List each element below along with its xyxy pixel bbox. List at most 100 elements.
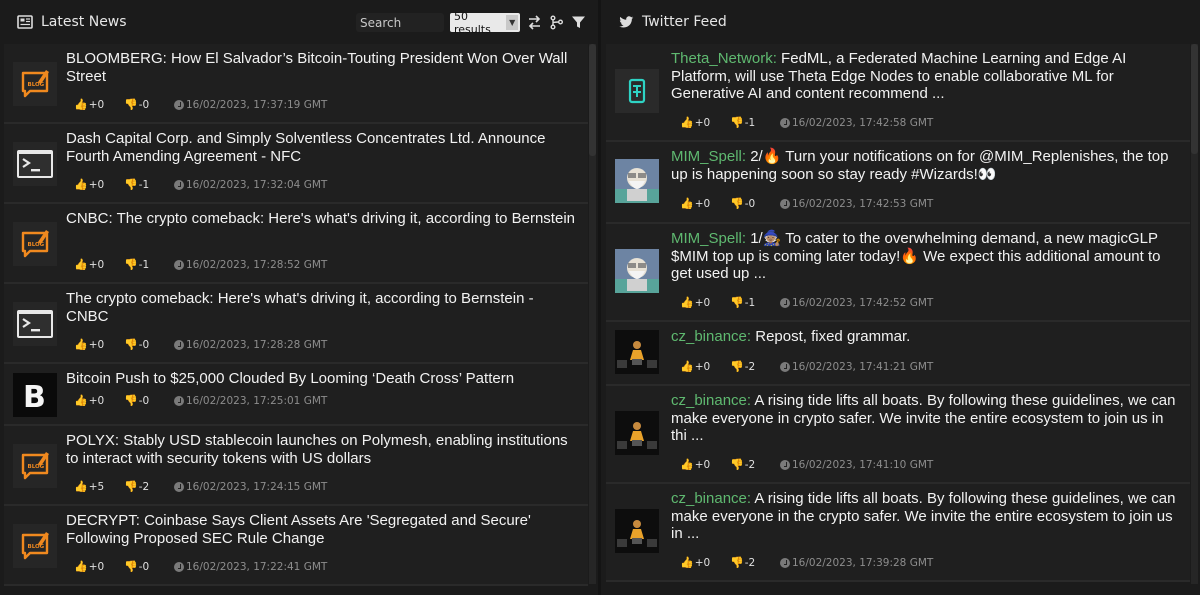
terminal-icon (13, 142, 57, 186)
twitter-scrollbar[interactable] (1191, 44, 1198, 584)
thumbs-down-icon: 👎 (730, 296, 744, 309)
news-item[interactable]: BLOG BLOOMBERG: How El Salvador’s Bitcoin… (4, 44, 588, 124)
clock-icon (780, 198, 790, 209)
search-input[interactable] (356, 13, 444, 32)
twitter-scroll-thumb[interactable] (1191, 44, 1198, 154)
item-meta: 👍 +0 👎 -1 16/02/2023, 17:28:52 GMT (74, 258, 327, 271)
cz-avatar-icon (615, 509, 659, 553)
news-item[interactable]: BLOG CNBC: The crypto comeback: Here's wh… (4, 204, 588, 284)
upvote-count: +0 (694, 458, 711, 471)
downvote-button[interactable]: 👎 -2 (730, 458, 780, 471)
downvote-button[interactable]: 👎 -0 (124, 560, 174, 573)
swap-arrows-icon[interactable] (526, 15, 542, 31)
downvote-count: -0 (138, 98, 150, 111)
upvote-count: +0 (694, 360, 711, 373)
tweet-item[interactable]: cz_binance: Repost, fixed grammar. 👍 +0 👎 -2… (606, 322, 1190, 386)
results-label: 50 results (454, 9, 491, 36)
tweet-item[interactable]: MIM_Spell: 2/🔥 Turn your notifications o… (606, 142, 1190, 224)
news-item[interactable]: Dash Capital Corp. and Simply Solventles… (4, 124, 588, 204)
downvote-count: -1 (138, 258, 150, 271)
thumbs-up-icon: 👍 (680, 458, 694, 471)
tweet-handle[interactable]: Theta_Network: (671, 50, 777, 67)
news-item[interactable]: BLOG POLYX: Stably USD stablecoin launche… (4, 426, 588, 506)
clock-icon (780, 117, 790, 128)
upvote-button[interactable]: 👍 +0 (74, 178, 124, 191)
news-headline[interactable]: Bitcoin Push to $25,000 Clouded By Loomi… (66, 370, 578, 388)
news-item[interactable]: The crypto comeback: Here's what's drivi… (4, 284, 588, 364)
upvote-button[interactable]: 👍 +0 (74, 258, 124, 271)
item-meta: 👍 +0 👎 -0 16/02/2023, 17:42:53 GMT (680, 197, 933, 210)
news-headline[interactable]: The crypto comeback: Here's what's drivi… (66, 290, 578, 325)
downvote-button[interactable]: 👎 -1 (124, 258, 174, 271)
news-item[interactable]: BLOG DECRYPT: Coinbase Says Client Assets… (4, 506, 588, 586)
tweet-text[interactable]: cz_binance: Repost, fixed grammar. (671, 328, 1180, 346)
news-headline[interactable]: POLYX: Stably USD stablecoin launches on… (66, 432, 578, 467)
upvote-button[interactable]: 👍 +0 (74, 394, 124, 407)
filter-icon[interactable] (570, 15, 586, 31)
upvote-button[interactable]: 👍 +0 (680, 556, 730, 569)
upvote-button[interactable]: 👍 +0 (680, 360, 730, 373)
timestamp-text: 16/02/2023, 17:41:21 GMT (792, 360, 934, 373)
upvote-button[interactable]: 👍 +5 (74, 480, 124, 493)
upvote-button[interactable]: 👍 +0 (680, 296, 730, 309)
timestamp-text: 16/02/2023, 17:42:52 GMT (792, 296, 934, 309)
upvote-count: +0 (694, 296, 711, 309)
news-item[interactable]: B Bitcoin Push to $25,000 Clouded By Loom… (4, 364, 588, 426)
downvote-button[interactable]: 👎 -1 (124, 178, 174, 191)
thumbs-up-icon: 👍 (680, 556, 694, 569)
downvote-button[interactable]: 👎 -1 (730, 296, 780, 309)
news-scrollbar[interactable] (589, 44, 596, 584)
upvote-button[interactable]: 👍 +0 (680, 116, 730, 129)
news-headline[interactable]: Dash Capital Corp. and Simply Solventles… (66, 130, 578, 165)
downvote-button[interactable]: 👎 -2 (730, 360, 780, 373)
clock-icon (174, 339, 184, 350)
news-headline[interactable]: BLOOMBERG: How El Salvador’s Bitcoin-Tou… (66, 50, 578, 85)
branch-icon[interactable] (548, 15, 564, 31)
newspaper-icon (17, 15, 33, 29)
news-scroll-thumb[interactable] (589, 44, 596, 156)
chevron-down-icon: ▼ (506, 15, 518, 30)
tweet-handle[interactable]: cz_binance: (671, 490, 751, 507)
upvote-button[interactable]: 👍 +0 (74, 338, 124, 351)
tweet-text[interactable]: cz_binance: A rising tide lifts all boat… (671, 392, 1180, 445)
tweet-handle[interactable]: MIM_Spell: (671, 148, 746, 165)
upvote-button[interactable]: 👍 +0 (74, 560, 124, 573)
downvote-button[interactable]: 👎 -0 (124, 98, 174, 111)
tweet-handle[interactable]: cz_binance: (671, 392, 751, 409)
twitter-title: Twitter Feed (642, 14, 727, 30)
timestamp-text: 16/02/2023, 17:39:28 GMT (792, 556, 934, 569)
downvote-count: -1 (138, 178, 150, 191)
results-select[interactable]: 50 results ▼ (450, 10, 520, 36)
blog-icon: BLOG (13, 444, 57, 488)
downvote-button[interactable]: 👎 -0 (730, 197, 780, 210)
tweet-item[interactable]: Theta_Network: FedML, a Federated Machin… (606, 44, 1190, 142)
tweet-item[interactable]: cz_binance: A rising tide lifts all boat… (606, 386, 1190, 484)
tweet-handle[interactable]: cz_binance: (671, 328, 751, 345)
item-meta: 👍 +0 👎 -1 16/02/2023, 17:32:04 GMT (74, 178, 327, 191)
tweet-text[interactable]: cz_binance: A rising tide lifts all boat… (671, 490, 1180, 543)
downvote-button[interactable]: 👎 -2 (730, 556, 780, 569)
news-headline[interactable]: DECRYPT: Coinbase Says Client Assets Are… (66, 512, 578, 547)
news-headline[interactable]: CNBC: The crypto comeback: Here's what's… (66, 210, 578, 228)
news-toolbar: 50 results ▼ (356, 10, 586, 36)
tweet-text[interactable]: MIM_Spell: 2/🔥 Turn your notifications o… (671, 148, 1180, 183)
tweet-item[interactable]: MIM_Spell: 1/🧙🏽 To cater to the overwhel… (606, 224, 1190, 322)
thumbs-up-icon: 👍 (74, 258, 88, 271)
downvote-button[interactable]: 👎 -2 (124, 480, 174, 493)
tweet-text[interactable]: Theta_Network: FedML, a Federated Machin… (671, 50, 1180, 103)
tweet-item[interactable]: cz_binance: A rising tide lifts all boat… (606, 484, 1190, 582)
upvote-button[interactable]: 👍 +0 (680, 458, 730, 471)
timestamp: 16/02/2023, 17:28:52 GMT (174, 259, 327, 271)
tweet-text[interactable]: MIM_Spell: 1/🧙🏽 To cater to the overwhel… (671, 230, 1180, 283)
downvote-count: -2 (744, 556, 756, 569)
downvote-button[interactable]: 👎 -1 (730, 116, 780, 129)
thumbs-down-icon: 👎 (124, 480, 138, 493)
upvote-button[interactable]: 👍 +0 (680, 197, 730, 210)
tweet-handle[interactable]: MIM_Spell: (671, 230, 746, 247)
thumbs-down-icon: 👎 (124, 338, 138, 351)
upvote-button[interactable]: 👍 +0 (74, 98, 124, 111)
downvote-button[interactable]: 👎 -0 (124, 394, 174, 407)
svg-text:BLOG: BLOG (28, 464, 45, 470)
downvote-button[interactable]: 👎 -0 (124, 338, 174, 351)
downvote-count: -2 (744, 458, 756, 471)
